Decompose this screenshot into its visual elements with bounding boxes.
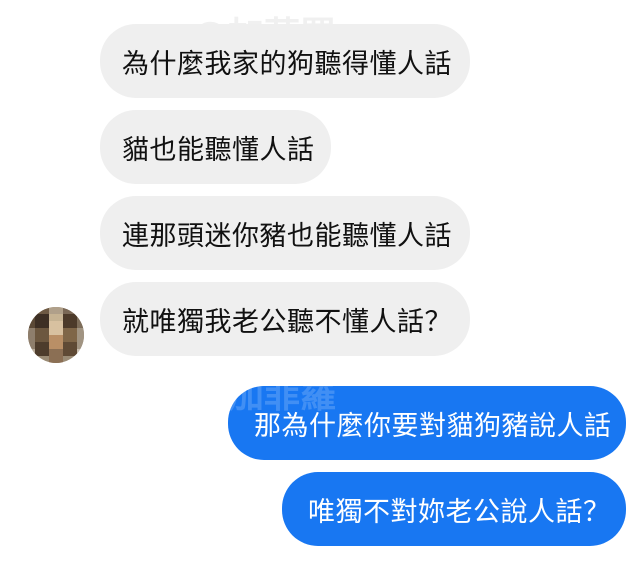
chat-conversation: @加菲羅 為什麼我家的狗聽得懂人話 貓也能聽懂人話 連那頭迷你豬也能聽懂人話 — [0, 0, 640, 561]
message-text: 就唯獨我老公聽不懂人話？ — [122, 306, 452, 338]
message-text: 唯獨不對妳老公說人話？ — [308, 496, 611, 528]
message-text: 連那頭迷你豬也能聽懂人話 — [122, 220, 452, 252]
message-text: 為什麼我家的狗聽得懂人話 — [122, 48, 452, 80]
pixelated-avatar-icon[interactable] — [28, 307, 84, 363]
message-bubble-incoming[interactable]: 連那頭迷你豬也能聽懂人話 — [100, 196, 470, 270]
message-text: 那為什麼你要對貓狗豬說人話 — [254, 410, 612, 442]
message-bubble-incoming[interactable]: 為什麼我家的狗聽得懂人話 — [100, 24, 470, 98]
message-bubble-incoming[interactable]: 貓也能聽懂人話 — [100, 110, 331, 184]
message-text: 貓也能聽懂人話 — [122, 134, 315, 166]
message-bubble-outgoing[interactable]: 那為什麼你要對貓狗豬說人話 — [228, 386, 626, 460]
message-bubble-incoming[interactable]: 就唯獨我老公聽不懂人話？ — [100, 282, 470, 356]
avatar-mosaic — [28, 307, 84, 363]
message-bubble-outgoing[interactable]: 唯獨不對妳老公說人話？ — [282, 472, 626, 546]
